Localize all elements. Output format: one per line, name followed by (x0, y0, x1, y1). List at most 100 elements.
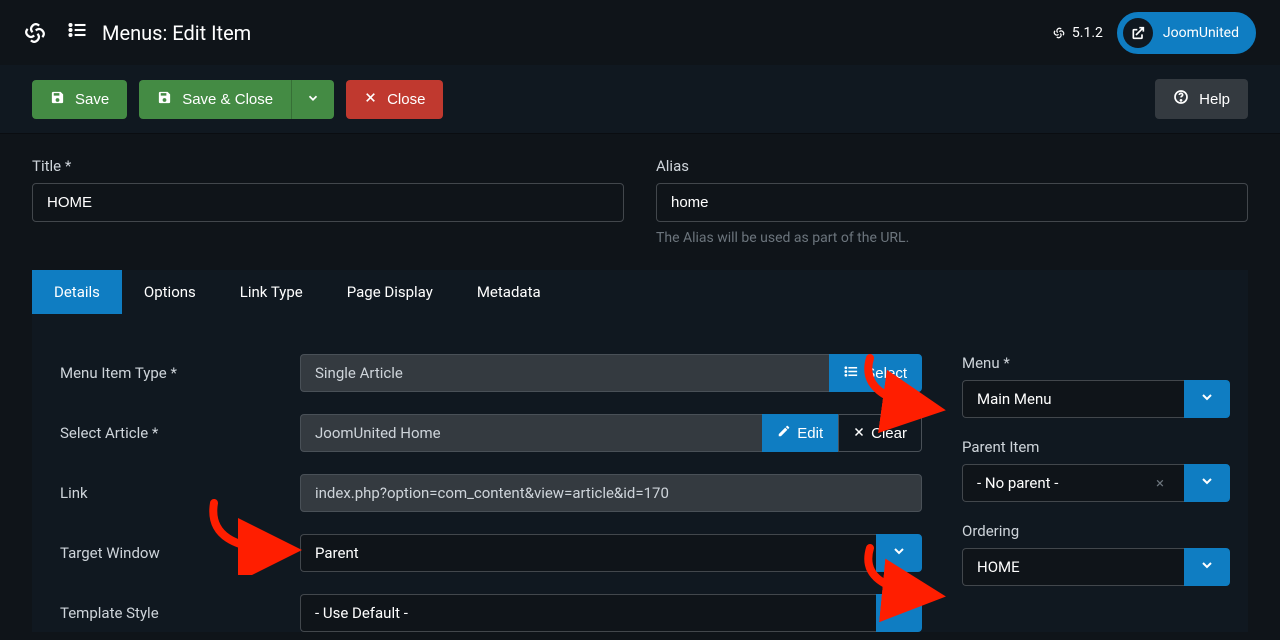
save-icon (157, 90, 172, 109)
page-title-text: Menus: Edit Item (102, 21, 251, 45)
joomla-logo-icon (20, 18, 50, 48)
parent-group: Parent Item - No parent - × (962, 438, 1230, 502)
row-select-article: Select Article * JoomUnited Home Edit Cl… (60, 414, 922, 452)
ordering-select[interactable]: HOME (962, 548, 1230, 586)
target-window-select[interactable]: Parent (300, 534, 922, 572)
chevron-down-icon (306, 91, 320, 108)
chevron-down-icon (891, 603, 907, 623)
tab-page-display[interactable]: Page Display (325, 270, 455, 314)
title-group: Title * (32, 157, 624, 246)
edit-label: Edit (797, 425, 823, 442)
parent-label: Parent Item (962, 438, 1230, 456)
alias-label: Alias (656, 157, 1248, 175)
title-alias-row: Title * Alias The Alias will be used as … (0, 133, 1280, 246)
topbar: Menus: Edit Item 5.1.2 JoomUnited (0, 0, 1280, 65)
list-icon (68, 20, 88, 45)
row-link: Link index.php?option=com_content&view=a… (60, 474, 922, 512)
row-menu-item-type: Menu Item Type * Single Article Select (60, 354, 922, 392)
select-article-value: JoomUnited Home (300, 414, 762, 452)
clear-article-button[interactable]: Clear (838, 414, 922, 452)
actionbar-primary: Save Save & Close Close (32, 80, 443, 119)
alias-input[interactable] (656, 183, 1248, 222)
help-label: Help (1199, 91, 1230, 108)
ordering-group: Ordering HOME (962, 522, 1230, 586)
template-style-value: - Use Default - (300, 594, 876, 632)
save-label: Save (75, 91, 109, 108)
ordering-value: HOME (962, 548, 1184, 586)
row-target-window: Target Window Parent (60, 534, 922, 572)
help-icon (1173, 89, 1189, 109)
save-button[interactable]: Save (32, 80, 127, 119)
topbar-left: Menus: Edit Item (20, 18, 251, 48)
version-indicator[interactable]: 5.1.2 (1052, 25, 1103, 41)
site-link-label: JoomUnited (1163, 25, 1239, 41)
tab-options[interactable]: Options (122, 270, 218, 314)
select-type-label: Select (865, 365, 907, 382)
list-icon (844, 364, 859, 383)
chevron-down-icon (1199, 389, 1215, 409)
row-template-style: Template Style - Use Default - (60, 594, 922, 632)
save-close-button[interactable]: Save & Close (139, 80, 291, 119)
select-article-control: JoomUnited Home Edit Clear (300, 414, 922, 452)
save-icon (50, 90, 65, 109)
menu-select[interactable]: Main Menu (962, 380, 1230, 418)
help-button[interactable]: Help (1155, 79, 1248, 119)
chevron-down-icon (1199, 557, 1215, 577)
parent-value: - No parent - (977, 474, 1058, 492)
select-type-button[interactable]: Select (829, 354, 922, 392)
parent-select[interactable]: - No parent - × (962, 464, 1230, 502)
panel-body: Menu Item Type * Single Article Select S… (32, 314, 1248, 632)
chevron-down-icon (891, 543, 907, 563)
clear-label: Clear (871, 425, 907, 442)
template-style-select[interactable]: - Use Default - (300, 594, 922, 632)
tab-metadata[interactable]: Metadata (455, 270, 563, 314)
tab-details[interactable]: Details (32, 270, 122, 314)
external-link-icon (1123, 18, 1153, 48)
target-window-label: Target Window (60, 544, 290, 562)
link-control: index.php?option=com_content&view=articl… (300, 474, 922, 512)
save-dropdown-toggle[interactable] (291, 80, 334, 119)
page-title: Menus: Edit Item (68, 20, 251, 45)
template-style-label: Template Style (60, 604, 290, 622)
chevron-down-icon (1199, 473, 1215, 493)
clear-parent-icon[interactable]: × (1150, 474, 1170, 492)
save-close-label: Save & Close (182, 91, 273, 108)
link-value: index.php?option=com_content&view=articl… (300, 474, 922, 512)
save-close-group: Save & Close (139, 80, 334, 119)
tabs-panel: Details Options Link Type Page Display M… (32, 270, 1248, 632)
tabs: Details Options Link Type Page Display M… (32, 270, 1248, 314)
close-label: Close (387, 91, 425, 108)
topbar-right: 5.1.2 JoomUnited (1052, 12, 1256, 54)
edit-icon (777, 424, 791, 442)
tab-link-type[interactable]: Link Type (218, 270, 325, 314)
actionbar: Save Save & Close Close Help (0, 65, 1280, 133)
template-style-caret[interactable] (876, 594, 922, 632)
parent-body: - No parent - × (962, 464, 1184, 502)
menu-item-type-label: Menu Item Type * (60, 364, 290, 382)
menu-caret[interactable] (1184, 380, 1230, 418)
select-article-label: Select Article * (60, 424, 290, 442)
target-window-caret[interactable] (876, 534, 922, 572)
target-window-value: Parent (300, 534, 876, 572)
ordering-label: Ordering (962, 522, 1230, 540)
parent-caret[interactable] (1184, 464, 1230, 502)
close-button[interactable]: Close (346, 80, 443, 119)
alias-helper: The Alias will be used as part of the UR… (656, 230, 1248, 246)
close-icon (853, 425, 865, 442)
panel-left: Menu Item Type * Single Article Select S… (60, 354, 922, 632)
edit-article-button[interactable]: Edit (762, 414, 838, 452)
menu-value: Main Menu (962, 380, 1184, 418)
ordering-caret[interactable] (1184, 548, 1230, 586)
menu-label: Menu * (962, 354, 1230, 372)
alias-group: Alias The Alias will be used as part of … (656, 157, 1248, 246)
menu-item-type-value: Single Article (300, 354, 829, 392)
panel-right: Menu * Main Menu Parent Item - No parent… (962, 354, 1230, 632)
title-label: Title * (32, 157, 624, 175)
menu-group: Menu * Main Menu (962, 354, 1230, 418)
close-icon (364, 91, 377, 108)
link-label: Link (60, 484, 290, 502)
menu-item-type-control: Single Article Select (300, 354, 922, 392)
title-input[interactable] (32, 183, 624, 222)
version-text: 5.1.2 (1072, 25, 1103, 41)
site-link-button[interactable]: JoomUnited (1117, 12, 1256, 54)
